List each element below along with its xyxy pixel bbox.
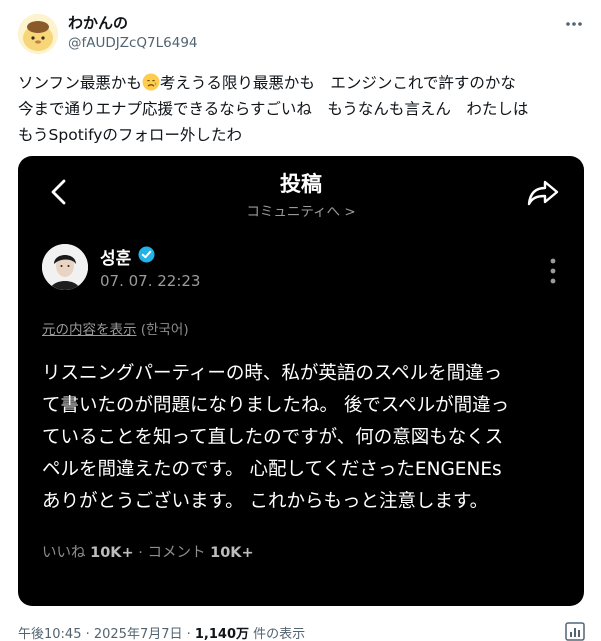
comments-label: コメント bbox=[147, 545, 211, 561]
show-original-link: 元の内容を表示 bbox=[42, 322, 137, 338]
post-author-avatar bbox=[42, 244, 88, 290]
view-count: 1,140万 bbox=[194, 627, 250, 641]
likes-count: 10K+ bbox=[90, 545, 134, 561]
more-options-icon[interactable] bbox=[562, 14, 586, 34]
post-body-line: ありがとうございます。 これからもっと注意します。 bbox=[42, 491, 489, 512]
analytics-icon[interactable] bbox=[565, 622, 585, 641]
post-body-line: ペルを間違えたのです。 心配してくださったENGENEs bbox=[42, 459, 502, 480]
sad-face-with-tear-emoji-icon bbox=[142, 73, 160, 91]
verified-badge-icon bbox=[138, 246, 155, 263]
post-body-line: リスニングパーティーの時、私が英語のスペルを間違っ bbox=[42, 363, 503, 384]
post-body-line: て書いたのが問題になりましたね。 後でスペルが間違っ bbox=[42, 395, 510, 416]
tweet-text-line: 今まで通りエナプ応援できるならすごいね もうなんも言えん わたしは bbox=[18, 100, 529, 118]
tweet-meta: 午後10:45 · 2025年7月7日 · 1,140万 件の表示 bbox=[18, 623, 305, 641]
post-body-line: ていることを知って直したのですが、何の意図もなくス bbox=[42, 427, 504, 448]
comments-count: 10K+ bbox=[210, 545, 254, 561]
tweet-text-line: もうSpotifyのフォロー外したわ bbox=[18, 126, 242, 144]
tweet-text-line: ソンフン最悪かも 考えうる限り最悪かも エンジンこれで許すのかな bbox=[18, 73, 516, 92]
tweet-text: ソンフン最悪かも 考えうる限り最悪かも エンジンこれで許すのかな 今まで通りエナプ… bbox=[18, 70, 588, 148]
post-body: リスニングパーティーの時、私が英語のスペルを間違っ て書いたのが問題になりました… bbox=[42, 358, 562, 518]
show-original-row: 元の内容を表示 (한국어) bbox=[42, 318, 189, 338]
stats-separator: · bbox=[133, 545, 148, 561]
attached-image[interactable]: 投稿 コミュニティへ > 성훈 07. 07. 22:23 元の内容を表示 (한… bbox=[18, 156, 584, 606]
original-language-label: (한국어) bbox=[136, 322, 189, 338]
vertical-dots-icon bbox=[548, 256, 558, 286]
post-date: 07. 07. 22:23 bbox=[100, 272, 201, 290]
author-handle[interactable]: @fAUDJZcQ7L6494 bbox=[68, 35, 198, 51]
post-timestamp[interactable]: 午後10:45 · 2025年7月7日 · bbox=[18, 627, 195, 641]
post-stats: いいね 10K+ · コメント 10K+ bbox=[42, 541, 254, 562]
author-avatar[interactable] bbox=[18, 14, 58, 54]
community-link: コミュニティへ > bbox=[246, 204, 356, 220]
likes-label: いいね bbox=[42, 545, 91, 561]
post-author-name: 성훈 bbox=[100, 249, 132, 269]
post-header-title: 投稿 bbox=[280, 172, 322, 196]
author-name[interactable]: わかんの bbox=[68, 12, 128, 33]
share-icon bbox=[526, 178, 560, 208]
view-suffix: 件の表示 bbox=[249, 627, 306, 641]
